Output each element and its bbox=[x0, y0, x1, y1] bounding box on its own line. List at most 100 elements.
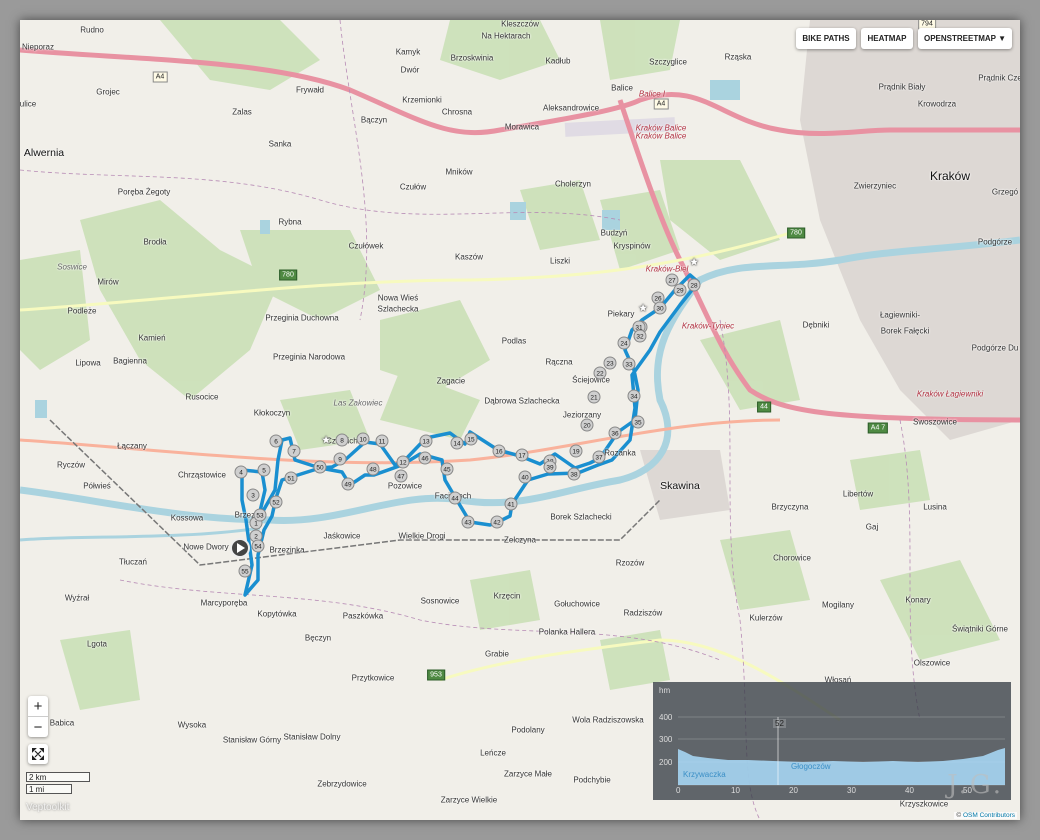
waypoint-marker[interactable]: 37 bbox=[592, 450, 606, 464]
place-label-debniki: Dębniki bbox=[802, 320, 830, 330]
waypoint-marker[interactable]: 19 bbox=[569, 444, 583, 458]
waypoint-marker[interactable]: 6 bbox=[269, 434, 283, 448]
place-label-przeginia_nar: Przeginia Narodowa bbox=[272, 352, 346, 362]
heatmap-button[interactable]: HEATMAP bbox=[861, 28, 913, 49]
waypoint-marker[interactable]: 16 bbox=[492, 444, 506, 458]
waypoint-marker[interactable]: 55 bbox=[238, 564, 252, 578]
waypoint-marker[interactable]: 9 bbox=[333, 452, 347, 466]
waypoint-marker[interactable]: 21 bbox=[587, 390, 601, 404]
waypoint-marker[interactable]: 36 bbox=[608, 426, 622, 440]
place-label-stan_gorny: Stanisław Górny bbox=[222, 735, 282, 745]
place-label-frywald: Frywałd bbox=[295, 85, 325, 95]
waypoint-marker[interactable]: 4 bbox=[234, 465, 248, 479]
waypoint-marker[interactable]: 12 bbox=[396, 455, 410, 469]
waypoint-marker[interactable]: 45 bbox=[440, 462, 454, 476]
waypoint-marker[interactable]: 30 bbox=[653, 301, 667, 315]
place-label-wyzral: Wyźrał bbox=[64, 593, 90, 603]
fullscreen-button[interactable] bbox=[28, 744, 48, 764]
waypoint-marker[interactable]: 34 bbox=[627, 389, 641, 403]
waypoint-marker[interactable]: 13 bbox=[419, 434, 433, 448]
place-label-kaszow: Kaszów bbox=[454, 252, 484, 262]
waypoint-marker[interactable]: 17 bbox=[515, 448, 529, 462]
waypoint-marker[interactable]: 14 bbox=[450, 436, 464, 450]
place-label-balice: Balice bbox=[611, 83, 633, 93]
place-label-konary: Konary bbox=[905, 595, 931, 605]
road-shield-a4_7: A4 7 bbox=[867, 422, 889, 434]
place-label-cholerzyn: Cholerzyn bbox=[554, 179, 592, 189]
waypoint-marker[interactable]: 5 bbox=[257, 463, 271, 477]
zoom-in-button[interactable]: + bbox=[28, 696, 48, 717]
waypoint-marker[interactable]: 46 bbox=[418, 451, 432, 465]
waypoint-marker[interactable]: 22 bbox=[593, 366, 607, 380]
elevation-x-tick: 0 bbox=[676, 786, 681, 795]
place-label-wysoka: Wysoka bbox=[177, 720, 207, 730]
place-label-przeginia_duch: Przeginia Duchowna bbox=[265, 313, 339, 323]
waypoint-marker[interactable]: 24 bbox=[617, 336, 631, 350]
waypoint-marker[interactable]: 10 bbox=[356, 432, 370, 446]
waypoint-marker[interactable]: 29 bbox=[673, 283, 687, 297]
waypoint-marker[interactable]: 54 bbox=[251, 539, 265, 553]
bike-paths-button[interactable]: BIKE PATHS bbox=[796, 28, 856, 49]
waypoint-marker[interactable]: 51 bbox=[284, 471, 298, 485]
place-label-zalas: Zalas bbox=[232, 107, 252, 117]
waypoint-marker[interactable]: 38 bbox=[567, 467, 581, 481]
place-label-podgorze: Podgórze bbox=[977, 237, 1013, 247]
place-label-piekary: Piekary bbox=[607, 309, 635, 319]
waypoint-marker[interactable]: 48 bbox=[366, 462, 380, 476]
waypoint-marker[interactable]: 42 bbox=[490, 515, 504, 529]
waypoint-marker[interactable]: 35 bbox=[631, 415, 645, 429]
place-label-mnikow: Mników bbox=[445, 167, 473, 177]
place-label-soswice: Soswice bbox=[57, 262, 87, 272]
route-start-play-icon[interactable] bbox=[230, 538, 250, 558]
place-label-baczyn: Bączyn bbox=[360, 115, 388, 125]
place-label-grojec: Grojec bbox=[96, 87, 120, 97]
waypoint-marker[interactable]: 39 bbox=[543, 460, 557, 474]
place-label-czulow: Czułów bbox=[399, 182, 427, 192]
waypoint-marker[interactable]: 7 bbox=[287, 444, 301, 458]
waypoint-marker[interactable]: 11 bbox=[375, 434, 389, 448]
place-label-brzoskwinia: Brzoskwinia bbox=[450, 53, 494, 63]
place-label-zelczyna: Zelczyna bbox=[503, 535, 537, 545]
poi-star-icon[interactable]: ★ bbox=[689, 256, 699, 269]
station-label-balice_i: Balice I bbox=[638, 89, 666, 99]
waypoint-marker[interactable]: 28 bbox=[687, 278, 701, 292]
poi-star-icon[interactable]: ★ bbox=[321, 434, 331, 447]
place-label-na_hektarach: Na Hektarach bbox=[481, 31, 531, 41]
place-label-pradnik_bialy: Prądnik Biały bbox=[878, 82, 926, 92]
waypoint-marker[interactable]: 50 bbox=[313, 460, 327, 474]
place-label-sanka: Sanka bbox=[268, 139, 292, 149]
elevation-y-tick: 300 bbox=[659, 735, 673, 744]
place-label-podolany: Podolany bbox=[511, 725, 545, 735]
road-shield-r953: 953 bbox=[427, 669, 445, 681]
waypoint-marker[interactable]: 44 bbox=[448, 491, 462, 505]
place-label-dabrowa: Dąbrowa Szlachecka bbox=[484, 396, 560, 406]
waypoint-marker[interactable]: 32 bbox=[633, 329, 647, 343]
waypoint-marker[interactable]: 23 bbox=[603, 356, 617, 370]
skawa-river bbox=[20, 526, 261, 542]
waypoint-marker[interactable]: 15 bbox=[464, 432, 478, 446]
poi-star-icon[interactable]: ★ bbox=[638, 302, 648, 315]
layer-select-dropdown[interactable]: OPENSTREETMAP ▼ bbox=[918, 28, 1012, 49]
waypoint-marker[interactable]: 8 bbox=[335, 433, 349, 447]
place-label-marcyporeba: Marcyporęba bbox=[200, 598, 248, 608]
waypoint-marker[interactable]: 40 bbox=[518, 470, 532, 484]
place-label-podleze: Podleże bbox=[67, 306, 97, 316]
place-label-brzezinka: Brzezinka bbox=[269, 545, 305, 555]
waypoint-marker[interactable]: 43 bbox=[461, 515, 475, 529]
place-label-krzemionki: Krzemionki bbox=[402, 95, 442, 105]
waypoint-marker[interactable]: 3 bbox=[246, 488, 260, 502]
waypoint-marker[interactable]: 53 bbox=[253, 508, 267, 522]
place-label-zebrzydowice: Zebrzydowice bbox=[317, 779, 367, 789]
attribution: © OSM Contributors bbox=[954, 812, 1017, 819]
waypoint-marker[interactable]: 20 bbox=[580, 418, 594, 432]
waypoint-marker[interactable]: 49 bbox=[341, 477, 355, 491]
waypoint-marker[interactable]: 41 bbox=[504, 497, 518, 511]
place-label-raczna: Rączna bbox=[545, 357, 573, 367]
waypoint-marker[interactable]: 47 bbox=[394, 469, 408, 483]
zoom-out-button[interactable]: − bbox=[28, 717, 48, 737]
place-label-kleszczow: Kleszczów bbox=[501, 20, 539, 29]
place-label-pradnik_czerwony: Prądnik Cze bbox=[978, 73, 1020, 83]
waypoint-marker[interactable]: 33 bbox=[622, 357, 636, 371]
attribution-link[interactable]: OSM Contributors bbox=[963, 812, 1015, 819]
waypoint-marker[interactable]: 52 bbox=[269, 495, 283, 509]
